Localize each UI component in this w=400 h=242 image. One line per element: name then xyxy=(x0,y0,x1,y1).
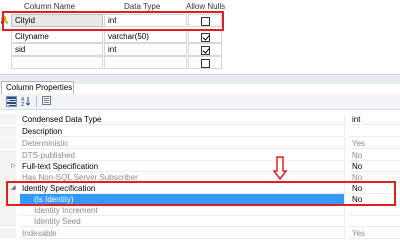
property-name: (Is Identity) xyxy=(20,194,345,205)
data-type-cell[interactable] xyxy=(104,56,187,69)
property-name: Identity Seed xyxy=(20,216,345,227)
property-row-indexable[interactable]: Indexable Yes xyxy=(0,228,400,239)
property-row-identity-specification[interactable]: ◢ Identity Specification No xyxy=(0,183,400,194)
allow-nulls-checkbox[interactable] xyxy=(201,33,210,42)
property-value[interactable]: int xyxy=(349,114,400,125)
property-pages-icon[interactable] xyxy=(41,96,52,107)
property-row-identity-seed[interactable]: Identity Seed xyxy=(0,216,400,227)
allow-nulls-cell xyxy=(188,43,222,56)
property-row-deterministic[interactable]: Deterministic Yes xyxy=(0,138,400,149)
property-value[interactable] xyxy=(349,216,400,227)
column-name-cell[interactable]: Cityname xyxy=(11,30,103,43)
property-name: Has Non-SQL Server Subscriber xyxy=(20,172,345,183)
row-selector[interactable] xyxy=(0,43,10,56)
property-name: Condensed Data Type xyxy=(20,114,345,125)
collapse-icon[interactable]: ◢ xyxy=(11,185,18,192)
property-name: Full-text Specification xyxy=(20,161,345,172)
column-name-cell[interactable]: Cityid xyxy=(11,14,103,27)
alphabetical-icon[interactable]: AZ xyxy=(21,96,32,108)
property-row-condensed-data-type[interactable]: Condensed Data Type int xyxy=(0,114,400,125)
property-row-full-text-specification[interactable]: ▷ Full-text Specification No xyxy=(0,161,400,172)
header-allow-nulls: Allow Nulls xyxy=(186,2,226,11)
property-value[interactable] xyxy=(349,205,400,216)
property-value[interactable]: No xyxy=(349,194,400,205)
toolbar-separator xyxy=(36,96,37,107)
primary-key-icon xyxy=(1,16,9,25)
column-grid-header: Column Name Data Type Allow Nulls xyxy=(0,0,240,12)
property-row-has-non-sql-server-subscriber[interactable]: Has Non-SQL Server Subscriber No xyxy=(0,172,400,183)
property-name: Deterministic xyxy=(20,138,345,149)
property-row-description[interactable]: Description xyxy=(0,126,400,137)
grid-row-new[interactable] xyxy=(0,56,240,69)
property-row-is-identity[interactable]: (Is Identity) No xyxy=(0,194,400,205)
row-selector[interactable] xyxy=(0,56,10,69)
property-name: Indexable xyxy=(20,228,345,239)
tab-column-properties[interactable]: Column Properties xyxy=(1,81,74,94)
property-row-identity-increment[interactable]: Identity Increment xyxy=(0,205,400,216)
property-value[interactable]: No xyxy=(349,161,400,172)
data-type-cell[interactable]: int xyxy=(104,43,187,56)
property-name: Identity Increment xyxy=(20,205,345,216)
grid-row-sid[interactable]: sid int xyxy=(0,43,240,56)
allow-nulls-cell xyxy=(188,30,222,43)
allow-nulls-checkbox[interactable] xyxy=(201,46,210,55)
property-name: Identity Specification xyxy=(20,183,345,194)
property-name: Description xyxy=(20,126,345,137)
allow-nulls-checkbox[interactable] xyxy=(201,59,210,68)
property-value[interactable]: Yes xyxy=(349,228,400,239)
property-value[interactable]: No xyxy=(349,150,400,161)
expand-icon[interactable]: ▷ xyxy=(11,163,18,170)
row-selector[interactable] xyxy=(0,14,10,27)
properties-toolbar: AZ xyxy=(0,94,400,110)
svg-text:Z: Z xyxy=(21,102,25,106)
property-value[interactable]: No xyxy=(349,183,400,194)
column-name-cell[interactable]: sid xyxy=(11,43,103,56)
property-value[interactable]: Yes xyxy=(349,138,400,149)
data-type-cell[interactable]: varchar(50) xyxy=(104,30,187,43)
grid-row-cityid[interactable]: Cityid int xyxy=(0,14,240,27)
property-name: DTS-published xyxy=(20,150,345,161)
allow-nulls-checkbox[interactable] xyxy=(201,17,210,26)
data-type-cell[interactable]: int xyxy=(104,14,187,27)
allow-nulls-cell xyxy=(188,14,222,27)
grid-row-cityname[interactable]: Cityname varchar(50) xyxy=(0,30,240,43)
property-row-dts-published[interactable]: DTS-published No xyxy=(0,150,400,161)
column-name-cell[interactable] xyxy=(11,56,103,69)
property-value[interactable]: No xyxy=(349,172,400,183)
header-column-name: Column Name xyxy=(24,2,76,11)
header-data-type: Data Type xyxy=(124,2,161,11)
row-selector[interactable] xyxy=(0,30,10,43)
categorized-icon[interactable] xyxy=(6,96,17,107)
allow-nulls-cell xyxy=(188,56,222,69)
property-value[interactable] xyxy=(349,126,400,137)
